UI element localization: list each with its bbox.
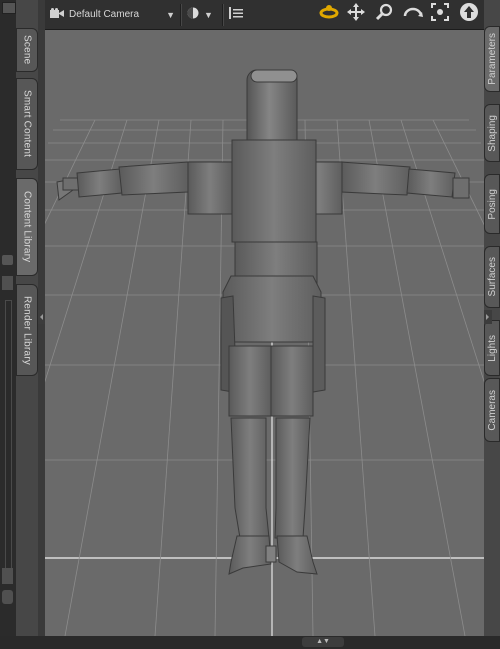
3d-viewport[interactable] <box>45 30 484 636</box>
tab-surfaces[interactable]: Surfaces <box>484 246 500 308</box>
viewport-toolbar: Default Camera ▼ ▼ <box>45 0 484 30</box>
tab-lights-label: Lights <box>486 334 498 362</box>
timeline-toggle-handle[interactable]: ▲▼ <box>302 637 344 647</box>
frame-icon <box>431 3 449 26</box>
camera-select-label: Default Camera <box>69 9 140 20</box>
options-menu-button[interactable] <box>224 0 254 29</box>
camera-select[interactable]: Default Camera ▼ <box>45 0 180 29</box>
menu-icon[interactable] <box>2 2 16 14</box>
chevron-down-icon: ▼ <box>204 9 213 20</box>
draw-style-select[interactable]: ▼ <box>182 0 222 29</box>
pan-button[interactable] <box>342 0 370 29</box>
rotate-button[interactable] <box>398 0 426 29</box>
tab-posing-label: Posing <box>486 188 498 220</box>
tab-posing[interactable]: Posing <box>484 174 500 234</box>
tab-cameras[interactable]: Cameras <box>484 378 500 442</box>
rotate-icon <box>403 5 423 24</box>
list-view-icon[interactable] <box>2 276 13 290</box>
tab-smart-content[interactable]: Smart Content <box>16 78 38 170</box>
frame-button[interactable] <box>426 0 454 29</box>
tab-cameras-label: Cameras <box>486 389 498 431</box>
tab-parameters-label: Parameters <box>486 33 498 85</box>
list-options-icon <box>229 6 243 24</box>
viewport-canvas[interactable] <box>45 30 484 636</box>
zoom-button[interactable] <box>370 0 398 29</box>
bottom-status-bar <box>0 636 500 649</box>
tab-content-library[interactable]: Content Library <box>16 178 38 276</box>
tab-surfaces-label: Surfaces <box>486 257 498 297</box>
collapse-left-arrow-icon[interactable] <box>38 310 45 324</box>
orbit-icon <box>319 4 339 25</box>
tab-lights[interactable]: Lights <box>484 320 500 376</box>
shading-icon <box>187 6 199 24</box>
camera-icon <box>50 6 64 24</box>
tab-smart-content-label: Smart Content <box>21 90 33 158</box>
tab-parameters[interactable]: Parameters <box>484 26 500 92</box>
zoom-icon <box>375 3 393 26</box>
left-dock-strip <box>0 0 17 649</box>
chevron-down-icon: ▼ <box>166 9 175 20</box>
reset-view-button[interactable] <box>454 0 484 29</box>
tab-scene-label: Scene <box>21 35 33 65</box>
tab-scene[interactable]: Scene <box>16 28 38 72</box>
tab-content-library-label: Content Library <box>21 191 33 263</box>
lock-icon[interactable] <box>2 590 13 604</box>
orbit-button[interactable] <box>314 0 342 29</box>
tab-shaping-label: Shaping <box>486 114 498 152</box>
search-icon[interactable] <box>2 255 13 265</box>
tab-shaping[interactable]: Shaping <box>484 104 500 162</box>
reset-icon <box>459 2 479 27</box>
collapse-right-arrow-icon[interactable] <box>484 310 492 324</box>
tab-render-library-label: Render Library <box>21 295 33 365</box>
pan-icon <box>347 3 365 26</box>
scroll-handle[interactable] <box>2 568 13 584</box>
tab-render-library[interactable]: Render Library <box>16 284 38 376</box>
vertical-slider[interactable] <box>5 300 12 570</box>
